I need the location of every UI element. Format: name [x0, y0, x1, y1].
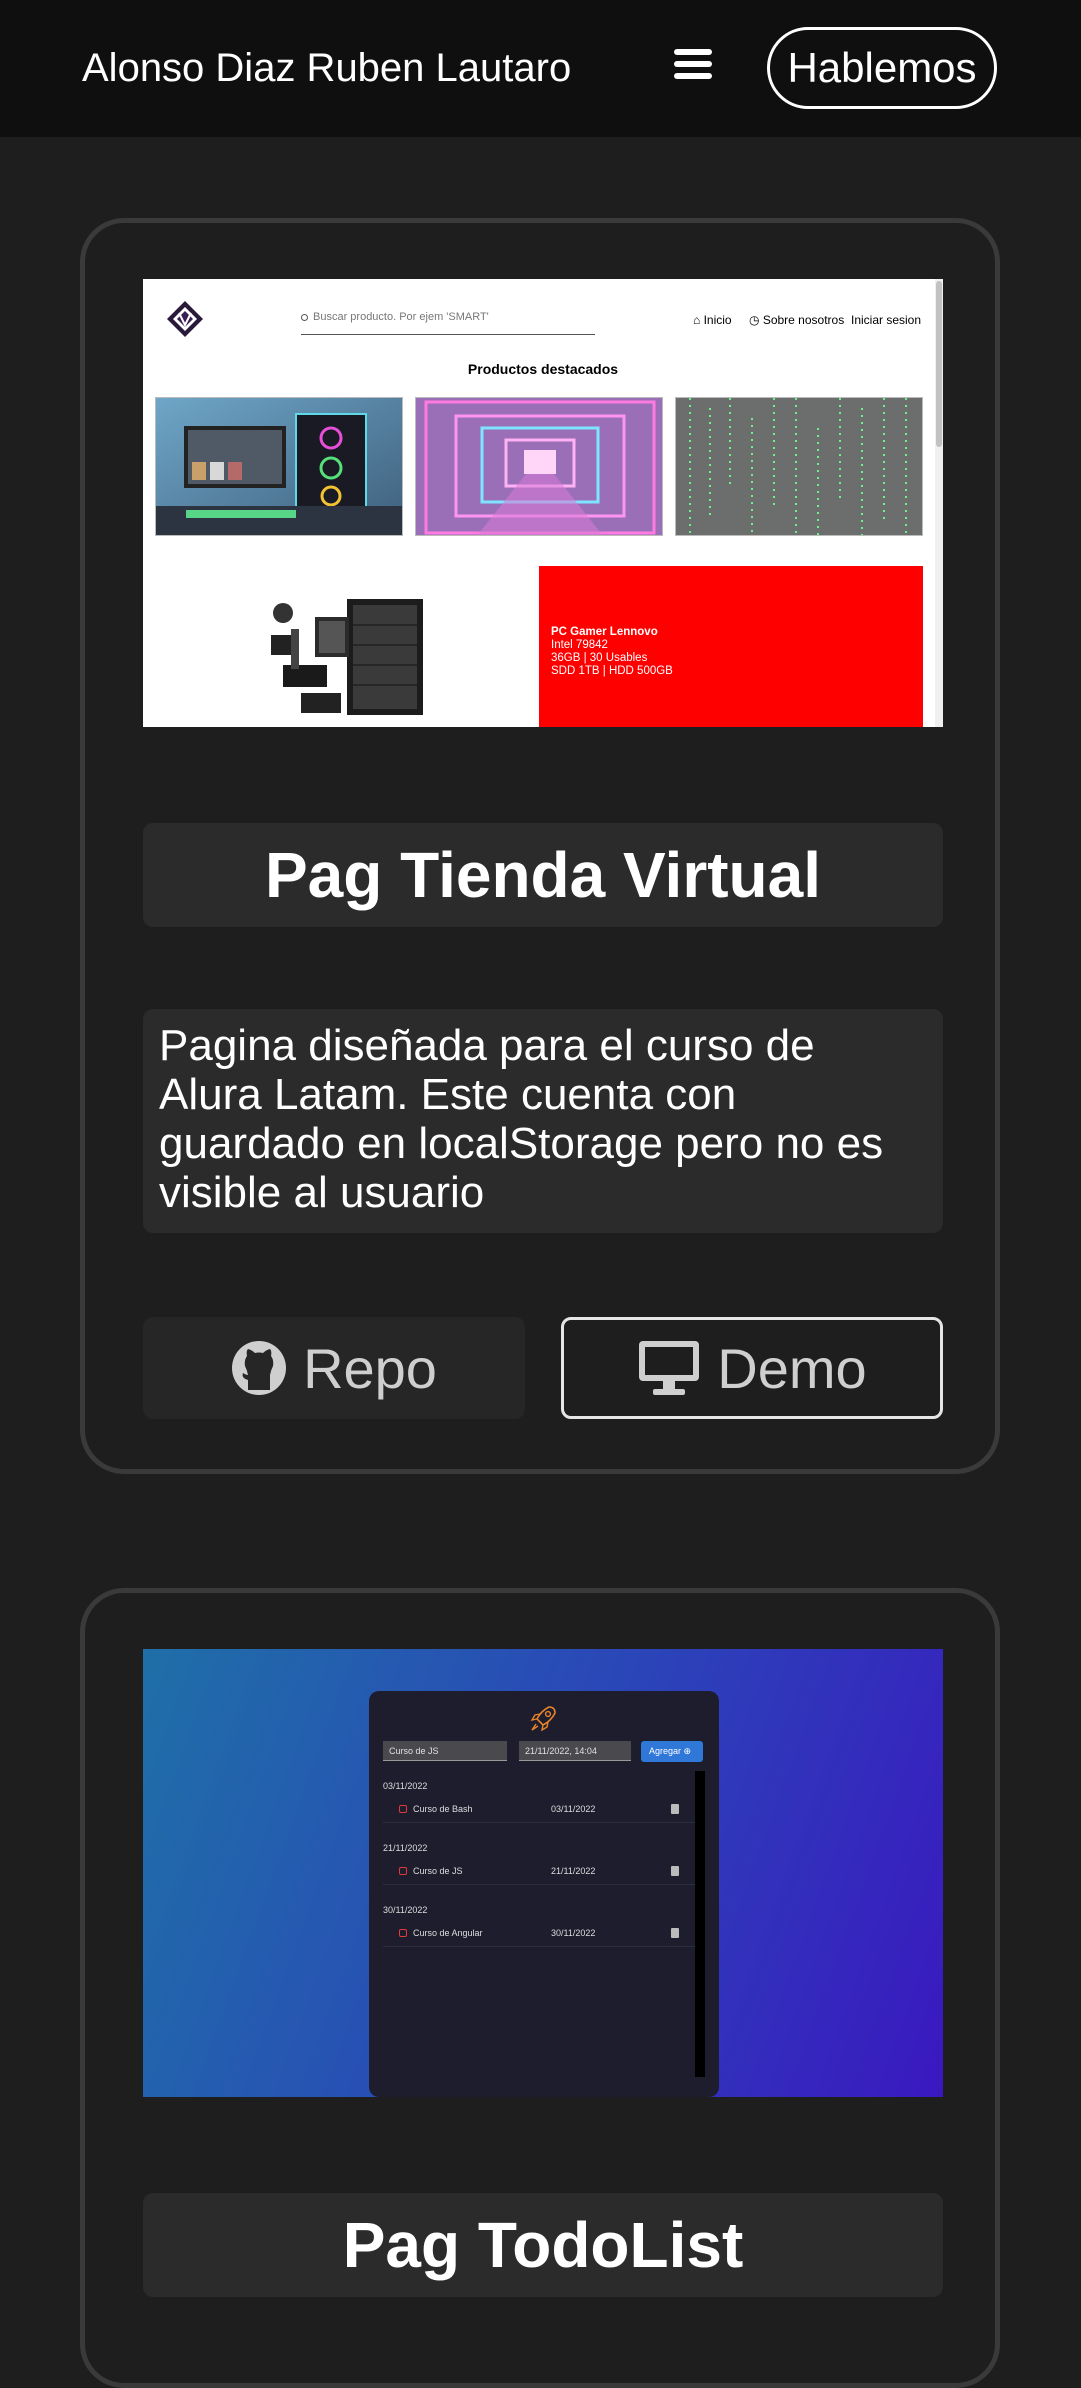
promo-line: SDD 1TB | HDD 500GB: [551, 665, 673, 677]
todo-panel: Curso de JS 21/11/2022, 14:04 Agregar ⊕ …: [369, 1691, 719, 2097]
store-thumb-neon-tunnel: [415, 397, 663, 536]
todo-screenshot: Curso de JS 21/11/2022, 14:04 Agregar ⊕ …: [143, 1649, 943, 2097]
top-nav: Alonso Diaz Ruben Lautaro Hablemos: [0, 0, 1081, 137]
project-description: Pagina diseñada para el curso de Alura L…: [143, 1009, 943, 1233]
project-title: Pag TodoList: [143, 2193, 943, 2297]
store-menu-sobre: ◷ Sobre nosotros: [749, 313, 845, 327]
store-menu-login: Iniciar sesion: [851, 313, 922, 327]
repo-button[interactable]: Repo: [143, 1317, 525, 1419]
hablemos-button[interactable]: Hablemos: [767, 27, 997, 109]
hamburger-icon[interactable]: [674, 45, 712, 83]
todo-task-date: 21/11/2022: [551, 1866, 596, 1876]
github-icon: [232, 1341, 287, 1395]
project-card-todolist: Curso de JS 21/11/2022, 14:04 Agregar ⊕ …: [80, 1588, 1000, 2388]
store-scrollbar: [935, 279, 943, 727]
check-icon: [399, 1867, 407, 1875]
repo-label: Repo: [303, 1336, 437, 1400]
demo-label: Demo: [717, 1336, 867, 1400]
todo-scrollbar: [695, 1771, 705, 2077]
promo-line: Intel 79842: [551, 639, 608, 651]
store-search-placeholder: Buscar producto. Por ejem 'SMART': [313, 311, 489, 323]
promo-line: 36GB | 30 Usables: [551, 652, 648, 664]
todo-group-date: 03/11/2022: [383, 1781, 428, 1791]
store-pc-parts-image: [271, 599, 423, 715]
todo-task-date: 30/11/2022: [551, 1928, 596, 1938]
trash-icon: [671, 1866, 679, 1876]
todo-group-date: 30/11/2022: [383, 1905, 428, 1915]
todo-date-input: 21/11/2022, 14:04: [519, 1741, 631, 1761]
rocket-icon: [530, 1706, 556, 1732]
todo-task-date: 03/11/2022: [551, 1804, 596, 1814]
trash-icon: [671, 1804, 679, 1814]
project-preview-tienda: Buscar producto. Por ejem 'SMART' ⌂ Inic…: [143, 279, 943, 727]
todo-row: Curso de JS 21/11/2022: [383, 1859, 695, 1885]
todo-task-input: Curso de JS: [383, 1741, 507, 1761]
store-logo-icon: [167, 301, 203, 337]
project-title: Pag Tienda Virtual: [143, 823, 943, 927]
store-heading: Productos destacados: [467, 361, 619, 377]
check-icon: [399, 1805, 407, 1813]
project-preview-todolist: Curso de JS 21/11/2022, 14:04 Agregar ⊕ …: [143, 1649, 943, 2097]
brand-name[interactable]: Alonso Diaz Ruben Lautaro: [82, 46, 571, 91]
check-icon: [399, 1929, 407, 1937]
search-icon: [301, 314, 308, 321]
store-thumb-pc-setup: [155, 397, 403, 536]
trash-icon: [671, 1928, 679, 1938]
todo-task-name: Curso de Angular: [413, 1928, 483, 1938]
todo-task-name: Curso de Bash: [413, 1804, 473, 1814]
store-search-input: Buscar producto. Por ejem 'SMART': [301, 311, 595, 335]
todo-group-date: 21/11/2022: [383, 1843, 428, 1853]
todo-row: Curso de Bash 03/11/2022: [383, 1797, 695, 1823]
store-promo-banner: PC Gamer Lennovo Intel 79842 36GB | 30 U…: [539, 566, 923, 727]
demo-button[interactable]: Demo: [561, 1317, 943, 1419]
desktop-icon: [639, 1341, 700, 1395]
store-screenshot: Buscar producto. Por ejem 'SMART' ⌂ Inic…: [143, 279, 943, 727]
project-card-tienda: Buscar producto. Por ejem 'SMART' ⌂ Inic…: [80, 218, 1000, 1474]
todo-task-name: Curso de JS: [413, 1866, 463, 1876]
todo-add-button: Agregar ⊕: [641, 1741, 703, 1762]
store-menu-inicio: ⌂ Inicio: [693, 313, 732, 327]
todo-row: Curso de Angular 30/11/2022: [383, 1921, 695, 1947]
store-thumb-matrix: [675, 397, 923, 536]
promo-title: PC Gamer Lennovo: [551, 626, 658, 638]
